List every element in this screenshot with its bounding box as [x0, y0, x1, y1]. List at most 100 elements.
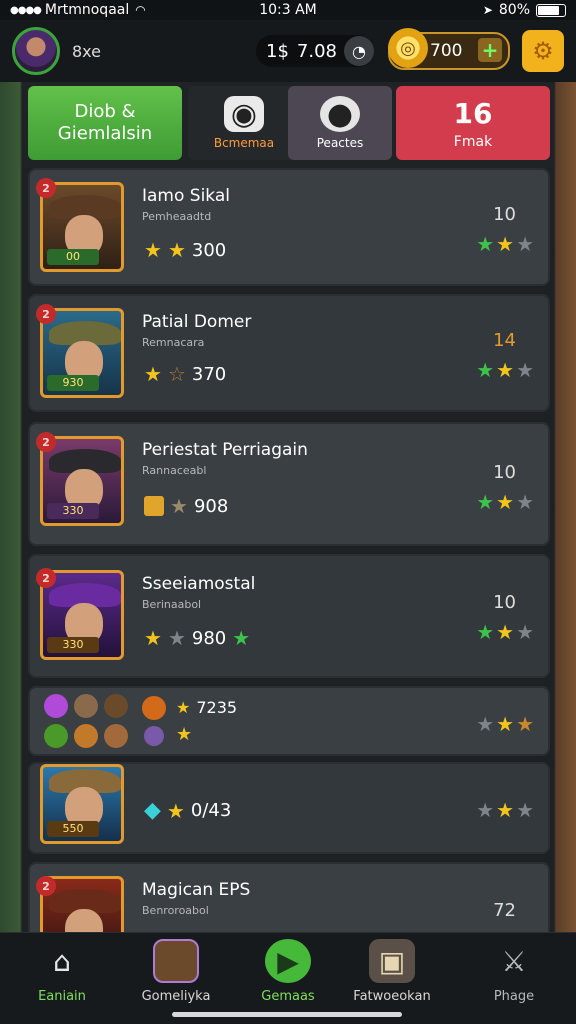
tab-rank-label: Fmak [453, 133, 493, 150]
bottom-nav: ⌂ Eaniain Gomeliyka ▶ Gemaas ▣ Fatwoeoka… [0, 932, 576, 1024]
hero-level: 930 [47, 375, 99, 391]
hero-level: 330 [47, 637, 99, 653]
dog-icon: ● [320, 96, 360, 132]
list-item[interactable]: 330 2 Sseeiamostal Berinaabol ★ ★ 980 ★ … [28, 554, 550, 678]
item-icon-grid [44, 694, 128, 748]
hero-name: Patial Domer [142, 312, 252, 332]
nav-item-chest[interactable]: ▣ Fatwoeokan [342, 939, 442, 1015]
star-icon: ★ [496, 798, 515, 822]
rank-value: 10 [493, 592, 516, 613]
carrier-label: Mrtmnoqaal [44, 2, 130, 18]
nav-label: Fatwoeokan [353, 989, 431, 1004]
star-icon: ★ [476, 798, 495, 822]
rating-stars: ★ ★ ★ [476, 358, 534, 382]
hero-name: Sseeiamostal [142, 574, 256, 594]
gem-icon [104, 724, 128, 748]
hero-name: Periestat Perriagain [142, 440, 308, 460]
sword-icon: ⚔ [501, 944, 527, 978]
hero-name: Magican EPS [142, 880, 251, 900]
play-icon: ▶ [265, 939, 311, 983]
player-avatar[interactable] [12, 27, 60, 75]
nav-label: Gomeliyka [141, 989, 211, 1004]
rating-stars: ★ ★ ★ [476, 620, 534, 644]
timer-value: 7.08 [296, 40, 337, 62]
chest-icon: ▣ [369, 939, 415, 983]
notification-badge: 2 [36, 432, 56, 452]
coin-icon: ◎ [388, 28, 428, 68]
star-icon: ★ [516, 232, 534, 256]
gem-icon [74, 694, 98, 718]
battery-label: 80% [498, 2, 530, 18]
tab-pets-label: Peactes [316, 136, 364, 150]
coin-count: 700 [430, 41, 463, 61]
star-icon: ★ [144, 238, 162, 262]
star-icon: ★ [516, 358, 534, 382]
score-value: 0/43 [190, 800, 232, 821]
star-icon: ★ [496, 358, 515, 382]
hero-score: ◆ ★ 0/43 [144, 798, 231, 823]
star-icon: ★ [516, 620, 534, 644]
list-item[interactable]: 330 2 Periestat Perriagain Rannaceabl ★ … [28, 422, 550, 546]
signal-icon: ●●●● [10, 4, 42, 16]
add-coins-button[interactable]: + [478, 38, 502, 62]
hero-score: ★ ★ 980 ★ [144, 626, 250, 650]
rank-value: 10 [493, 204, 516, 225]
star-icon: ★ [476, 620, 495, 644]
nav-item-battle[interactable]: ⚔ Phage [464, 939, 564, 1015]
list-item[interactable]: 550 ◆ ★ 0/43 ★ ★ ★ [28, 762, 550, 854]
robot-icon: ◉ [224, 96, 264, 132]
rank-value: 14 [493, 330, 516, 351]
star-icon: ★ [496, 620, 515, 644]
rank-value: 72 [493, 900, 516, 921]
star-icon: ★ [516, 490, 534, 514]
tab-rank-value: 16 [453, 96, 493, 130]
star-icon: ★ [176, 724, 193, 745]
gear-icon: ⚙ [532, 37, 554, 65]
hero-subtitle: Berinaabol [142, 598, 202, 611]
nav-item-home[interactable]: ⌂ Eaniain [12, 939, 112, 1015]
tab-robot-label: Bcmemaa [213, 136, 275, 150]
gem-icon [44, 694, 68, 718]
star-icon: ★ [144, 362, 162, 386]
star-icon: ★ [496, 232, 515, 256]
list-item[interactable]: 00 2 Iamo Sikal Pemheaadtd ★ ★ 300 10 ★ ★… [28, 168, 550, 286]
nav-label: Eaniain [38, 989, 86, 1004]
star-icon: ★ [476, 358, 495, 382]
tab-robot[interactable]: ◉ Bcmemaa [188, 86, 300, 160]
list-item[interactable]: ★ 7235 ★ ★ ★ ★ [28, 686, 550, 756]
star-icon: ☆ [167, 362, 186, 386]
rating-stars: ★ ★ ★ [476, 232, 534, 256]
hero-portrait: 550 [40, 764, 124, 844]
star-icon: ★ [167, 238, 186, 262]
settings-button[interactable]: ⚙ [522, 30, 564, 72]
score-value: 370 [191, 363, 227, 385]
star-icon: ★ [166, 798, 185, 823]
tab-main[interactable]: Diob & Giemlalsin [28, 86, 182, 160]
tab-pets[interactable]: ● Peactes [288, 86, 392, 160]
hero-level: 00 [47, 249, 99, 265]
list-item[interactable]: 930 2 Patial Domer Remnacara ★ ☆ 370 14 … [28, 294, 550, 412]
scroll-icon [144, 496, 164, 516]
hero-subtitle: Rannaceabl [142, 464, 207, 477]
hero-list: 00 2 Iamo Sikal Pemheaadtd ★ ★ 300 10 ★ ★… [22, 168, 554, 932]
star-icon: ★ [176, 698, 191, 717]
rating-stars: ★ ★ ★ [476, 490, 534, 514]
star-icon: ★ [144, 626, 162, 650]
score-value: 908 [193, 495, 229, 517]
clock-button[interactable]: ◔ [344, 36, 374, 66]
nav-item-heroes[interactable]: Gomeliyka [126, 939, 226, 1015]
battery-icon [536, 3, 566, 17]
tab-rank[interactable]: 16 Fmak [396, 86, 550, 160]
score-value: 300 [191, 239, 227, 261]
notification-badge: 2 [36, 304, 56, 324]
list-item[interactable]: 2 Magican EPS Benroroabol 72 [28, 862, 550, 932]
fire-icon [142, 696, 166, 720]
star-icon: ★ [476, 232, 495, 256]
star-icon: ★ [496, 712, 515, 736]
nav-item-games[interactable]: ▶ Gemaas [238, 939, 338, 1015]
rating-stars: ★ ★ ★ [476, 798, 534, 822]
star-icon: ★ [496, 490, 515, 514]
location-icon: ➤ [482, 3, 493, 17]
tab-main-label: Diob & Giemlalsin [57, 101, 153, 144]
hero-score: ★ 7235 [176, 698, 237, 717]
